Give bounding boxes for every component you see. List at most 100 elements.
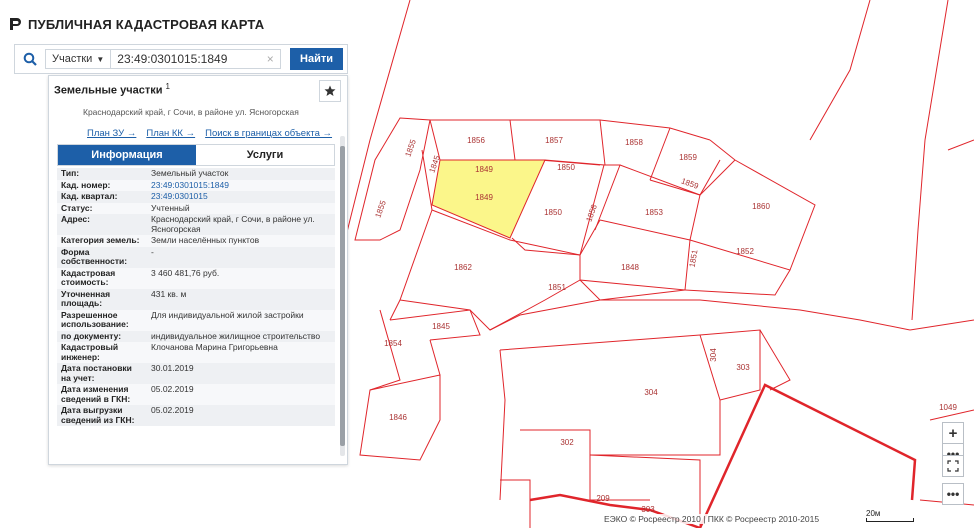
parcel-label: 1849 bbox=[475, 193, 493, 202]
info-value: Земли населённых пунктов bbox=[147, 235, 335, 247]
info-key: Тип: bbox=[57, 168, 147, 180]
clear-icon[interactable]: × bbox=[263, 52, 277, 66]
info-key: по документу: bbox=[57, 330, 147, 342]
app-title: ПУБЛИЧНАЯ КАДАСТРОВАЯ КАРТА bbox=[28, 16, 265, 32]
info-key: Разрешенное использование: bbox=[57, 309, 147, 331]
info-row: Дата изменения сведений в ГКН: 05.02.2019 bbox=[57, 384, 335, 405]
parcel-label: 1857 bbox=[545, 136, 563, 145]
search-type-select[interactable]: Участки ▼ bbox=[45, 49, 112, 69]
info-value[interactable]: 23:49:0301015:1849 bbox=[147, 179, 335, 191]
info-row: Кадастровый инженер: Клочанова Марина Гри… bbox=[57, 342, 335, 363]
parcel-label: 304 bbox=[709, 348, 718, 362]
info-value: Клочанова Марина Григорьевна bbox=[147, 342, 335, 363]
parcel-label: 1849 bbox=[475, 165, 493, 174]
parcel-label: 1851 bbox=[548, 283, 566, 292]
app-root: 1856 1857 1858 1855 1845 1849 1850 1859 1859 1849… bbox=[0, 0, 974, 528]
panel-scrollbar[interactable] bbox=[340, 136, 345, 456]
info-value: 05.02.2019 bbox=[147, 384, 335, 405]
fullscreen-icon bbox=[947, 460, 959, 472]
parcel-label: 304 bbox=[644, 388, 658, 397]
search-icon[interactable] bbox=[15, 45, 45, 73]
logo-icon bbox=[10, 18, 21, 30]
info-key: Кад. квартал: bbox=[57, 191, 147, 203]
info-row: Форма собственности: - bbox=[57, 246, 335, 268]
scrollbar-thumb[interactable] bbox=[340, 146, 345, 446]
tab-services[interactable]: Услуги bbox=[196, 145, 334, 165]
parcel-label: 1858 bbox=[625, 138, 643, 147]
scale-label: 20м bbox=[866, 509, 881, 518]
parcel-label: 1856 bbox=[467, 136, 485, 145]
search-bar: Участки ▼ × Найти bbox=[14, 44, 348, 74]
parcel-label: 1850 bbox=[557, 163, 575, 172]
info-value: 431 кв. м bbox=[147, 288, 335, 310]
info-row: Кадастровая стоимость: 3 460 481,76 руб. bbox=[57, 267, 335, 289]
link-plan-zu[interactable]: План ЗУ → bbox=[87, 128, 136, 139]
chevron-down-icon: ▼ bbox=[96, 54, 105, 64]
map-attribution: ЕЭКО © Росреестр 2010 | ПКК © Росреестр … bbox=[604, 514, 820, 524]
parcel-label: 303 bbox=[641, 505, 655, 514]
parcel-label: 1862 bbox=[454, 263, 472, 272]
info-row: Кад. квартал: 23:49:0301015 bbox=[57, 191, 335, 203]
info-key: Адрес: bbox=[57, 214, 147, 235]
info-row: Уточненная площадь: 431 кв. м bbox=[57, 288, 335, 310]
parcel-label: 1854 bbox=[384, 339, 402, 348]
info-key: Кад. номер: bbox=[57, 179, 147, 191]
parcel-label: 1850 bbox=[544, 208, 562, 217]
info-table: Тип: Земельный участок Кад. номер: 23:49:03… bbox=[57, 168, 335, 426]
info-row: по документу: индивидуальное жилищное стр… bbox=[57, 330, 335, 342]
info-value: - bbox=[147, 246, 335, 268]
info-key: Категория земель: bbox=[57, 235, 147, 247]
tab-info[interactable]: Информация bbox=[58, 145, 196, 165]
zoom-in-button[interactable]: + bbox=[942, 422, 964, 444]
info-key: Форма собственности: bbox=[57, 246, 147, 268]
parcel-label: 1852 bbox=[736, 247, 754, 256]
fullscreen-button[interactable] bbox=[942, 455, 964, 477]
star-icon bbox=[324, 85, 336, 96]
results-panel: Земельные участки 1 Краснодарский край, … bbox=[48, 75, 348, 465]
info-row: Адрес: Краснодарский край, г Сочи, в райо… bbox=[57, 214, 335, 235]
search-type-label: Участки bbox=[52, 53, 93, 65]
info-value: индивидуальное жилищное строительство bbox=[147, 330, 335, 342]
info-value: 3 460 481,76 руб. bbox=[147, 267, 335, 289]
info-row: Разрешенное использование: Для индивидуал… bbox=[57, 309, 335, 331]
info-key: Дата постановки на учет: bbox=[57, 363, 147, 384]
result-count: 1 bbox=[165, 82, 170, 91]
more-options-button[interactable]: ••• bbox=[942, 483, 964, 505]
panel-links: План ЗУ → План КК → Поиск в границах объ… bbox=[87, 128, 332, 139]
parcel-label: 1860 bbox=[752, 202, 770, 211]
link-plan-kk[interactable]: План КК → bbox=[146, 128, 195, 139]
info-key: Кадастровый инженер: bbox=[57, 342, 147, 363]
info-key: Кадастровая стоимость: bbox=[57, 267, 147, 289]
parcel-label: 1848 bbox=[621, 263, 639, 272]
info-key: Дата изменения сведений в ГКН: bbox=[57, 384, 147, 405]
scale-bar bbox=[866, 518, 914, 522]
favorite-button[interactable] bbox=[319, 80, 341, 102]
info-row: Категория земель: Земли населённых пункто… bbox=[57, 235, 335, 247]
info-value: 30.01.2019 bbox=[147, 363, 335, 384]
link-search-in-bounds[interactable]: Поиск в границах объекта → bbox=[205, 128, 332, 139]
parcel-label: 1049 bbox=[939, 403, 957, 412]
info-value[interactable]: 23:49:0301015 bbox=[147, 191, 335, 203]
address-snippet: Краснодарский край, г Сочи, в районе ул.… bbox=[83, 107, 299, 117]
find-button[interactable]: Найти bbox=[290, 48, 343, 70]
info-row: Дата выгрузки сведений из ГКН: 05.02.2019 bbox=[57, 405, 335, 426]
panel-title: Земельные участки 1 bbox=[54, 82, 170, 97]
parcel-label: 302 bbox=[560, 438, 574, 447]
info-row: Дата постановки на учет: 30.01.2019 bbox=[57, 363, 335, 384]
info-row: Статус: Учтенный bbox=[57, 202, 335, 214]
info-key: Дата выгрузки сведений из ГКН: bbox=[57, 405, 147, 426]
info-row: Кад. номер: 23:49:0301015:1849 bbox=[57, 179, 335, 191]
parcel-label: 1859 bbox=[679, 153, 697, 162]
parcel-label: 303 bbox=[736, 363, 750, 372]
parcel-label: 1846 bbox=[389, 413, 407, 422]
info-value: 05.02.2019 bbox=[147, 405, 335, 426]
parcel-label: 1853 bbox=[645, 208, 663, 217]
info-value: Земельный участок bbox=[147, 168, 335, 180]
panel-tabs: Информация Услуги bbox=[57, 144, 335, 166]
search-input[interactable] bbox=[111, 49, 282, 69]
info-row: Тип: Земельный участок bbox=[57, 168, 335, 180]
parcel-label: 209 bbox=[596, 494, 610, 503]
info-value: Краснодарский край, г Сочи, в районе ул.… bbox=[147, 214, 335, 235]
info-key: Уточненная площадь: bbox=[57, 288, 147, 310]
info-key: Статус: bbox=[57, 202, 147, 214]
